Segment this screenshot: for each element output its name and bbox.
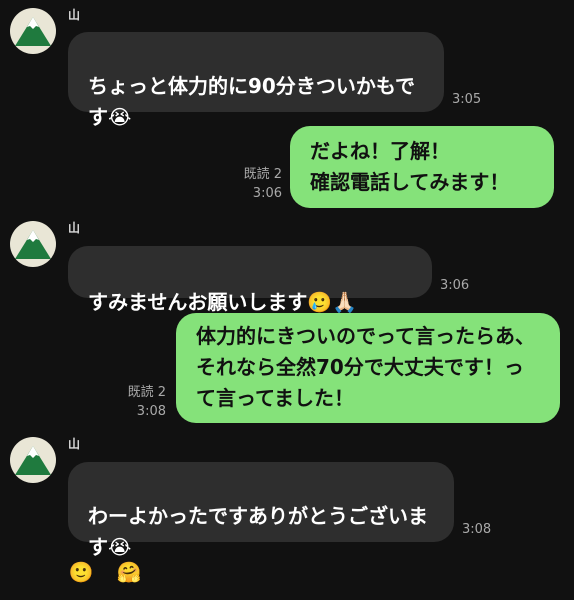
message-time: 3:06 [252, 186, 282, 201]
sender-name: 山 [68, 437, 81, 451]
message-time: 3:08 [136, 404, 166, 419]
mountain-icon [15, 446, 51, 475]
message-time: 3:05 [452, 92, 482, 107]
add-reaction-icon[interactable]: 🤗 [116, 559, 142, 585]
message-bubble-incoming[interactable]: わーよかったですありがとうございます😭 [68, 462, 454, 559]
message-text: すみませんお願いします [88, 290, 308, 314]
sender-name: 山 [68, 221, 81, 235]
sender-name: 山 [68, 8, 81, 22]
message-text: ちょっと体力的に90分きついかもです [88, 74, 416, 129]
crying-face-emoji: 😭 [108, 105, 132, 129]
message-text: わーよかったですありがとうございます [88, 504, 428, 559]
message-bubble-incoming[interactable]: すみませんお願いします🥲🙏🏻 [68, 246, 432, 314]
read-receipt: 既読 2 3:08 [116, 383, 166, 421]
sender-avatar[interactable] [10, 437, 56, 483]
message-bubble-outgoing[interactable]: 体力的にきついのでって言ったらあ、それなら全然70分で大丈夫です！って言ってまし… [176, 313, 560, 423]
message-bubble-incoming[interactable]: ちょっと体力的に90分きついかもです😭 [68, 32, 444, 129]
read-count: 既読 2 [243, 167, 282, 182]
read-count: 既読 2 [127, 385, 166, 400]
sender-avatar[interactable] [10, 8, 56, 54]
read-receipt: 既読 2 3:06 [232, 165, 282, 203]
message-time: 3:08 [462, 522, 492, 537]
sender-avatar[interactable] [10, 221, 56, 267]
mountain-icon [15, 230, 51, 259]
crying-face-emoji: 😭 [108, 535, 132, 559]
smile-reaction-icon[interactable]: 🙂 [68, 559, 94, 585]
message-bubble-outgoing[interactable]: だよね！了解！ 確認電話してみます！ [290, 126, 554, 208]
message-time: 3:06 [440, 278, 470, 293]
mountain-icon [15, 17, 51, 46]
smiling-tear-folded-hands-emoji: 🥲🙏🏻 [307, 290, 358, 314]
